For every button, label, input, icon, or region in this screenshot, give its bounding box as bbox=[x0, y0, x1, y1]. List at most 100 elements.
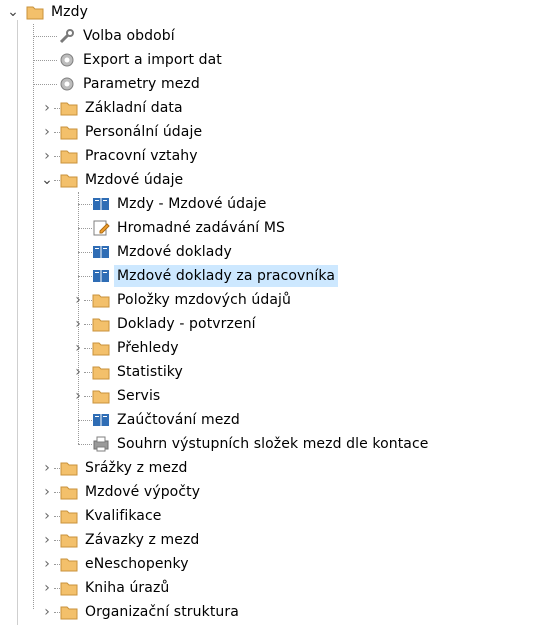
tree-node-hromadne-zadavani[interactable]: Hromadné zadávání MS bbox=[92, 216, 288, 240]
chevron-right-icon[interactable]: › bbox=[40, 532, 54, 548]
tree-node-zavazky-z-mezd[interactable]: › Závazky z mezd bbox=[40, 528, 202, 552]
chevron-right-icon[interactable]: › bbox=[72, 292, 84, 308]
folder-icon bbox=[92, 291, 110, 309]
tree-connector bbox=[84, 347, 92, 349]
tree-node-mzdy-mzdove-udaje[interactable]: Mzdy - Mzdové údaje bbox=[92, 192, 270, 216]
chevron-right-icon[interactable]: › bbox=[40, 556, 54, 572]
tree-node-souhrn-vystupnich-slozek[interactable]: Souhrn výstupních složek mezd dle kontac… bbox=[92, 432, 432, 456]
tree-left-border bbox=[17, 20, 18, 625]
tree-node-label: Položky mzdových údajů bbox=[117, 292, 291, 308]
tree-node-label: Mzdové doklady bbox=[117, 244, 232, 260]
folder-icon bbox=[92, 387, 110, 405]
tree-connector bbox=[54, 107, 60, 109]
tree-node-label: Mzdy bbox=[51, 4, 88, 20]
chevron-right-icon[interactable]: › bbox=[72, 340, 84, 356]
folder-icon bbox=[60, 555, 78, 573]
tree-connector bbox=[84, 371, 92, 373]
tree-node-export-import[interactable]: Export a import dat bbox=[58, 48, 225, 72]
tree-node-mzdove-doklady[interactable]: Mzdové doklady bbox=[92, 240, 235, 264]
tree-node-label: Pracovní vztahy bbox=[85, 148, 198, 164]
chevron-right-icon[interactable]: › bbox=[40, 124, 54, 140]
chevron-right-icon[interactable]: › bbox=[40, 460, 54, 476]
tree-node-zauctovani-mezd[interactable]: Zaúčtování mezd bbox=[92, 408, 243, 432]
tree-connector bbox=[84, 323, 92, 325]
tree-node-label: Srážky z mezd bbox=[85, 460, 188, 476]
tree-node-pracovni-vztahy[interactable]: › Pracovní vztahy bbox=[40, 144, 201, 168]
tree-node-statistiky[interactable]: › Statistiky bbox=[72, 360, 186, 384]
tree-connector bbox=[54, 491, 60, 493]
folder-icon bbox=[92, 339, 110, 357]
tree-connector bbox=[84, 395, 92, 397]
tree-node-servis[interactable]: › Servis bbox=[72, 384, 163, 408]
chevron-right-icon[interactable]: › bbox=[40, 604, 54, 620]
folder-icon bbox=[60, 459, 78, 477]
tree-connector bbox=[33, 60, 57, 61]
tree-node-mzdove-doklady-za-pracovnika[interactable]: Mzdové doklady za pracovníka bbox=[92, 264, 339, 288]
tree-node-kniha-urazu[interactable]: › Kniha úrazů bbox=[40, 576, 172, 600]
chevron-down-icon[interactable]: ⌄ bbox=[6, 4, 20, 20]
folder-icon bbox=[26, 3, 44, 21]
book-icon bbox=[92, 411, 110, 429]
tree-node-mzdy[interactable]: ⌄ Mzdy bbox=[6, 0, 91, 24]
chevron-right-icon[interactable]: › bbox=[40, 148, 54, 164]
chevron-right-icon[interactable]: › bbox=[72, 316, 84, 332]
folder-icon bbox=[60, 123, 78, 141]
tree-connector bbox=[54, 587, 60, 589]
tree-node-doklady-potvrzeni[interactable]: › Doklady - potvrzení bbox=[72, 312, 259, 336]
chevron-right-icon[interactable]: › bbox=[40, 580, 54, 596]
tree-node-eneschopenky[interactable]: › eNeschopenky bbox=[40, 552, 192, 576]
chevron-down-icon[interactable]: ⌄ bbox=[40, 172, 54, 188]
tree-node-mzdove-vypocty[interactable]: › Mzdové výpočty bbox=[40, 480, 203, 504]
tree-node-label: Servis bbox=[117, 388, 161, 404]
tree-node-zakladni-data[interactable]: › Základní data bbox=[40, 96, 186, 120]
tree-node-label: Závazky z mezd bbox=[85, 532, 200, 548]
tree-node-label: Kvalifikace bbox=[85, 508, 162, 524]
tree-connector bbox=[33, 36, 57, 37]
tree-connector bbox=[78, 444, 92, 445]
chevron-right-icon[interactable]: › bbox=[40, 484, 54, 500]
tree-node-organizacni-struktura[interactable]: › Organizační struktura bbox=[40, 600, 242, 624]
tree-node-label: Souhrn výstupních složek mezd dle kontac… bbox=[117, 436, 429, 452]
tree-connector bbox=[54, 539, 60, 541]
tree-node-volba-obdobi[interactable]: Volba období bbox=[58, 24, 178, 48]
tree-connector bbox=[84, 299, 92, 301]
tree-connector bbox=[78, 420, 92, 421]
tree-node-label: Export a import dat bbox=[83, 52, 222, 68]
tree-connector bbox=[33, 24, 34, 609]
tree-node-label: Parametry mezd bbox=[83, 76, 200, 92]
tree-node-polozky-mzdovych-udaju[interactable]: › Položky mzdových údajů bbox=[72, 288, 294, 312]
chevron-right-icon[interactable]: › bbox=[72, 388, 84, 404]
tree-node-label: Mzdové doklady za pracovníka bbox=[114, 265, 339, 287]
folder-icon bbox=[60, 531, 78, 549]
chevron-right-icon[interactable]: › bbox=[72, 364, 84, 380]
tree-node-label: Mzdové výpočty bbox=[85, 484, 201, 500]
tree-connector bbox=[33, 84, 57, 85]
folder-icon bbox=[60, 171, 78, 189]
tree-node-parametry-mezd[interactable]: Parametry mezd bbox=[58, 72, 203, 96]
folder-icon bbox=[60, 579, 78, 597]
wrench-icon bbox=[58, 27, 76, 45]
tree-connector bbox=[54, 131, 60, 133]
tree-node-label: Přehledy bbox=[117, 340, 179, 356]
tree-node-label: eNeschopenky bbox=[85, 556, 189, 572]
tree-node-kvalifikace[interactable]: › Kvalifikace bbox=[40, 504, 165, 528]
tree-node-label: Doklady - potvrzení bbox=[117, 316, 256, 332]
chevron-right-icon[interactable]: › bbox=[40, 100, 54, 116]
tree-node-srazky-z-mezd[interactable]: › Srážky z mezd bbox=[40, 456, 191, 480]
book-icon bbox=[92, 195, 110, 213]
tree-node-prehledy[interactable]: › Přehledy bbox=[72, 336, 182, 360]
tree-connector bbox=[54, 611, 60, 613]
book-icon bbox=[92, 267, 110, 285]
folder-icon bbox=[60, 483, 78, 501]
tree-connector bbox=[78, 252, 92, 253]
folder-icon bbox=[60, 603, 78, 621]
tree-connector bbox=[54, 563, 60, 565]
gear-icon bbox=[58, 75, 76, 93]
chevron-right-icon[interactable]: › bbox=[40, 508, 54, 524]
tree-node-label: Mzdy - Mzdové údaje bbox=[117, 196, 267, 212]
tree-connector bbox=[54, 179, 60, 181]
navigation-tree: ⌄ Mzdy Volba období Export a import dat … bbox=[0, 0, 535, 625]
tree-node-personalni-udaje[interactable]: › Personální údaje bbox=[40, 120, 205, 144]
tree-node-label: Organizační struktura bbox=[85, 604, 239, 620]
tree-node-mzdove-udaje[interactable]: ⌄ Mzdové údaje bbox=[40, 168, 186, 192]
